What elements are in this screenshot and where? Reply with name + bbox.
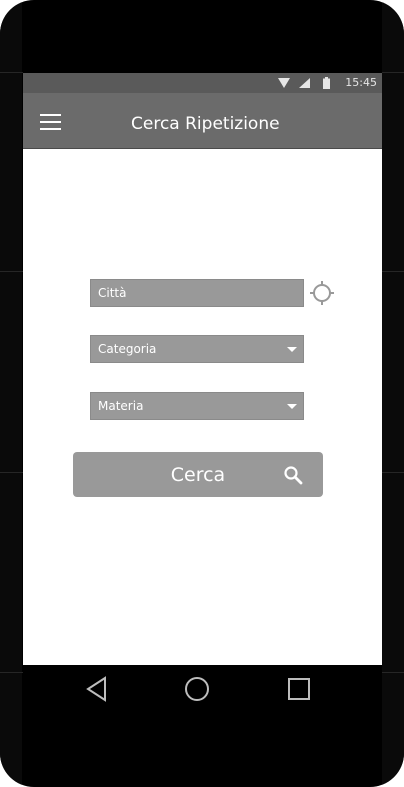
- category-select[interactable]: Categoria: [90, 335, 304, 363]
- dropdown-arrow-icon: [287, 404, 297, 409]
- battery-icon: [323, 77, 330, 89]
- city-input-label: Città: [98, 286, 127, 300]
- bezel-line: [0, 72, 23, 73]
- bezel-line: [382, 271, 404, 272]
- subject-select[interactable]: Materia: [90, 392, 304, 420]
- dropdown-arrow-icon: [287, 347, 297, 352]
- subject-select-label: Materia: [98, 399, 144, 413]
- app-bar: Cerca Ripetizione: [23, 93, 382, 149]
- bezel-line: [0, 472, 23, 473]
- bezel-line: [382, 472, 404, 473]
- home-icon[interactable]: [182, 674, 212, 704]
- system-nav-bar: [0, 665, 404, 725]
- signal-icon: [299, 78, 310, 88]
- search-icon: [284, 466, 303, 485]
- back-icon[interactable]: [83, 674, 113, 704]
- city-input[interactable]: Città: [90, 279, 304, 307]
- category-select-label: Categoria: [98, 342, 157, 356]
- crosshair-icon[interactable]: [310, 281, 334, 305]
- hamburger-menu-icon[interactable]: [40, 114, 62, 130]
- bezel-line: [0, 271, 23, 272]
- phone-frame: 15:45 Cerca Ripetizione Città Categoria …: [0, 0, 404, 787]
- status-time: 15:45: [345, 76, 377, 89]
- bezel-line: [382, 72, 404, 73]
- search-button[interactable]: Cerca: [73, 452, 323, 497]
- app-screen: 15:45 Cerca Ripetizione Città Categoria …: [23, 73, 382, 665]
- status-bar: 15:45: [23, 73, 382, 93]
- wifi-icon: [278, 78, 290, 88]
- recents-icon[interactable]: [284, 674, 314, 704]
- page-title: Cerca Ripetizione: [131, 114, 280, 134]
